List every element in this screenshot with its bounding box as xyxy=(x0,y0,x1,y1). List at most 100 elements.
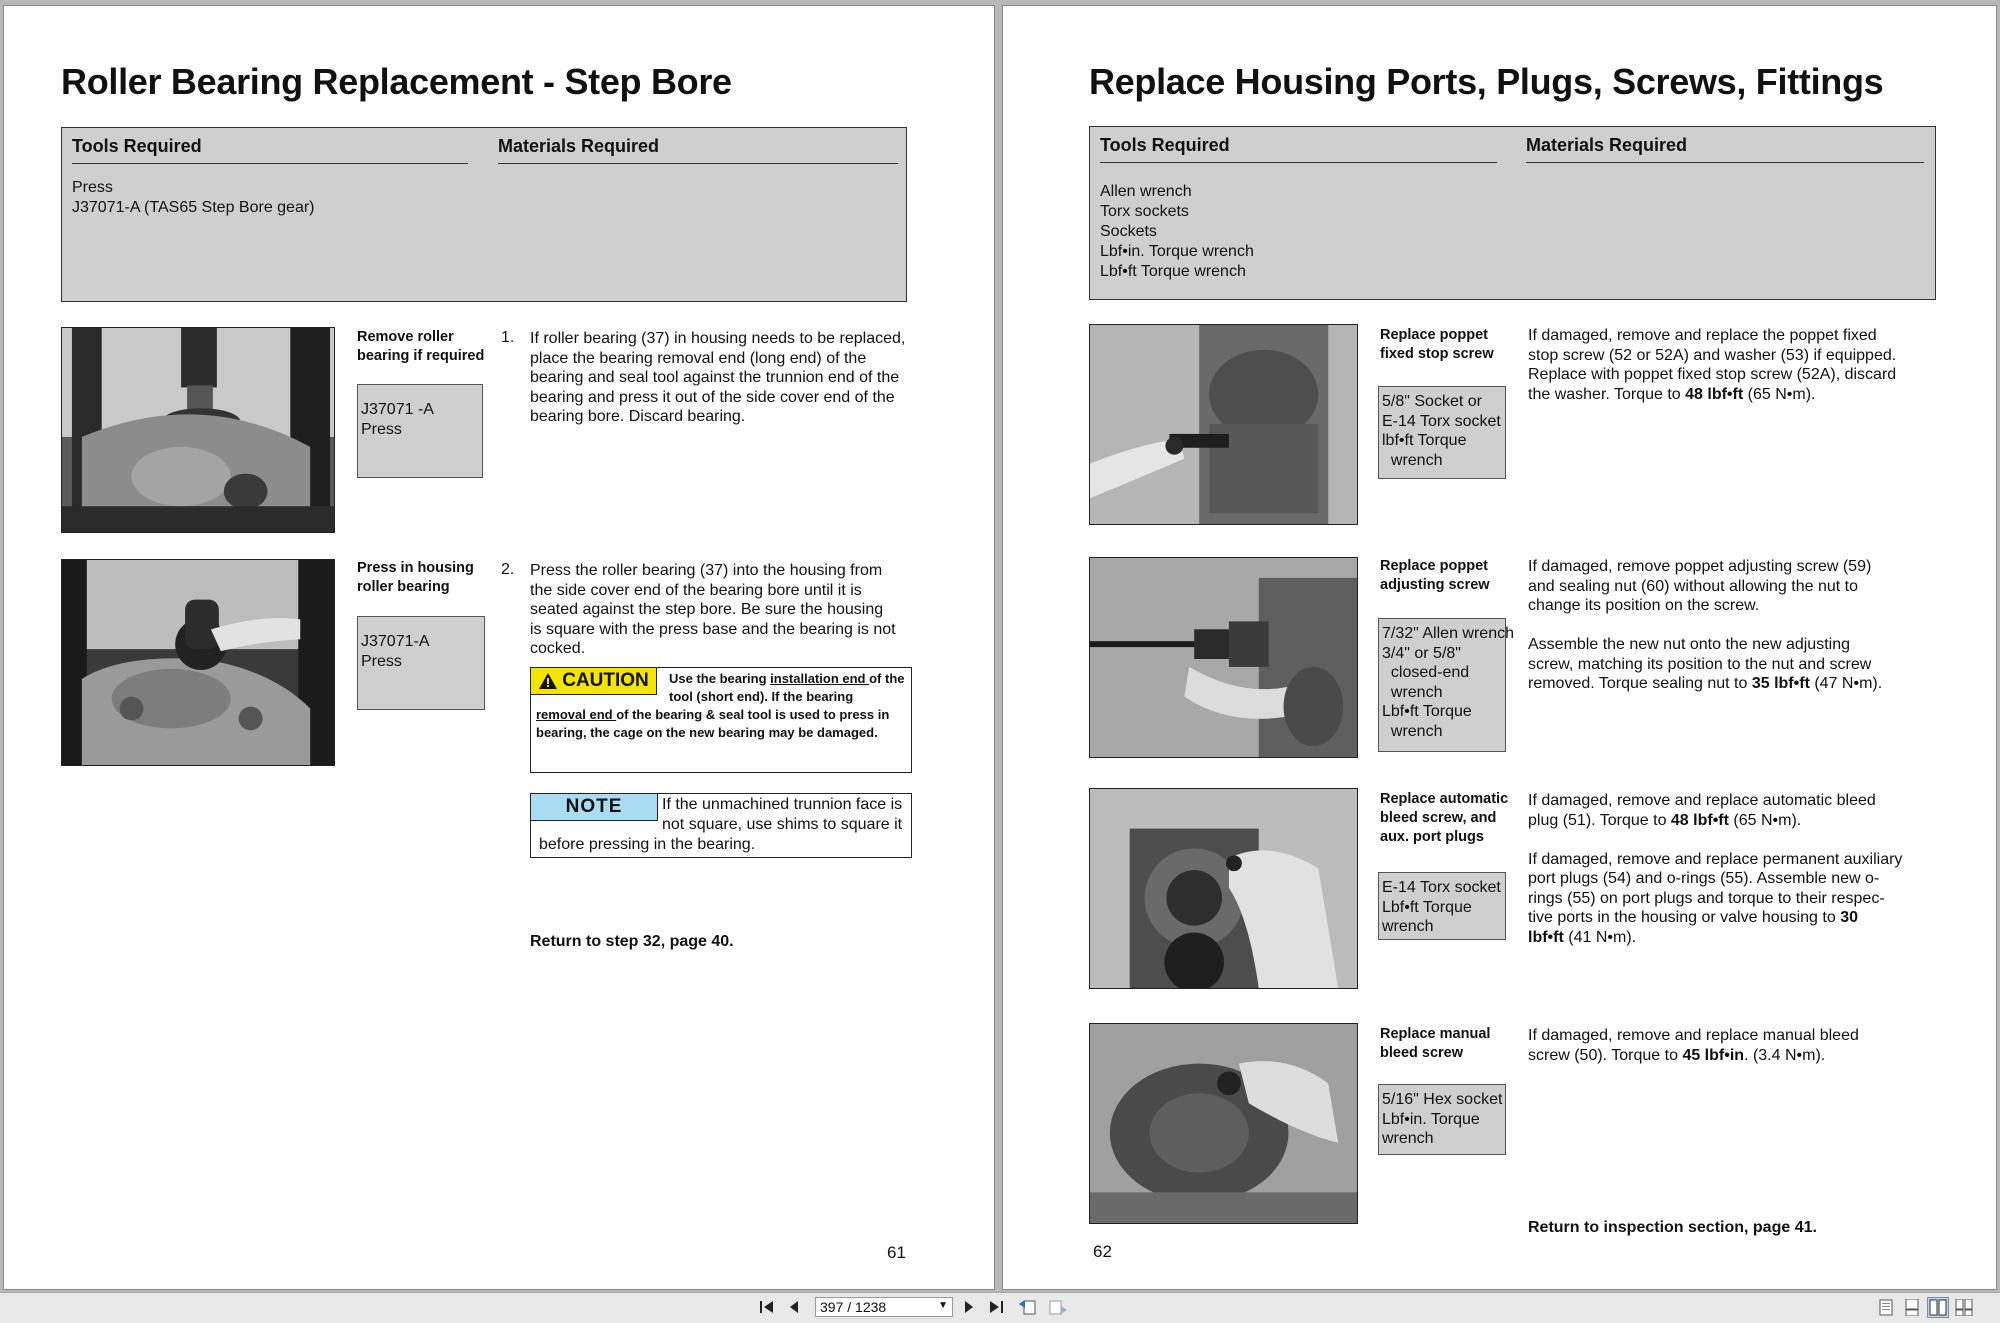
single-page-view-icon[interactable] xyxy=(1875,1297,1897,1318)
text-line: Press the roller bearing (37) into the h… xyxy=(530,562,883,579)
step-tools-list: E-14 Torx socket Lbf•ft Torque wrench xyxy=(1382,878,1502,937)
text-segment: screw, matching its position to the nut … xyxy=(1528,655,1872,673)
dropdown-arrow-icon[interactable]: ▼ xyxy=(938,1300,948,1311)
step-number: 2. xyxy=(501,561,515,578)
torque-value: 48 lbf•ft xyxy=(1685,385,1744,403)
step-number: 1. xyxy=(501,329,515,346)
step-tool: Lbf•ft Torque xyxy=(1382,898,1472,916)
caption-line: Replace automatic xyxy=(1380,791,1509,807)
text-line: the side cover end of the bearing bore u… xyxy=(530,581,862,599)
caption-line: Replace poppet xyxy=(1380,327,1488,343)
text-line: seated against the step bore. Be sure th… xyxy=(530,601,884,618)
text-line xyxy=(1528,616,1882,636)
text-segment: removed. Torque sealing nut to xyxy=(1528,675,1752,692)
text-segment: stop screw (52 or 52A) and washer (53) i… xyxy=(1528,346,1897,364)
step-text: If damaged, remove and replace automatic… xyxy=(1528,791,1902,947)
text-segment: If damaged, remove and replace manual bl… xyxy=(1528,1027,1859,1044)
page-number-input[interactable]: 397 / 1238 ▼ xyxy=(815,1297,953,1317)
text-segment xyxy=(1528,617,1532,634)
materials-header: Materials Required xyxy=(1526,135,1924,163)
previous-page-icon[interactable] xyxy=(785,1297,803,1317)
tool-item: Lbf•in. Torque wrench xyxy=(1100,243,1254,260)
tools-list: Allen wrench Torx sockets Sockets Lbf•in… xyxy=(1100,182,1254,282)
step-caption: Replace poppet fixed stop screw xyxy=(1380,326,1494,364)
text-segment: If damaged, remove and replace the poppe… xyxy=(1528,327,1877,344)
tools-materials-box: Tools Required Materials Required Press … xyxy=(61,127,907,302)
caution-underlined-text: removal end xyxy=(536,707,617,722)
text-segment: tive ports in the housing or valve housi… xyxy=(1528,909,1841,926)
text-segment: Assemble the new nut onto the new adjust… xyxy=(1528,636,1850,653)
right-page: Replace Housing Ports, Plugs, Screws, Fi… xyxy=(1002,5,1997,1290)
last-page-icon[interactable] xyxy=(987,1297,1005,1317)
text-line: plug (51). Torque to 48 lbf•ft (65 N•m). xyxy=(1528,811,1902,831)
step-tools-box: J37071 -A Press xyxy=(357,384,483,478)
warning-icon xyxy=(539,673,558,689)
torque-value: 30 xyxy=(1840,909,1858,926)
text-segment: . (3.4 N•m). xyxy=(1744,1046,1826,1064)
step-tool: E-14 Torx socket xyxy=(1382,879,1501,896)
page-title: Roller Bearing Replacement - Step Bore xyxy=(61,61,732,102)
caution-underlined-text: installation end xyxy=(770,671,870,686)
text-line: cocked. xyxy=(530,640,586,657)
tool-item: Torx sockets xyxy=(1100,203,1189,220)
bearing-removal-photo xyxy=(61,327,335,533)
text-segment: (65 N•m). xyxy=(1728,811,1802,829)
return-link: Return to step 32, page 40. xyxy=(530,933,734,950)
step-tool: J37071-A xyxy=(361,633,430,650)
continuous-view-icon[interactable] xyxy=(1901,1297,1923,1318)
text-line: If damaged, remove poppet adjusting scre… xyxy=(1528,557,1882,577)
page-number: 62 xyxy=(1093,1242,1112,1261)
tool-item: J37071-A (TAS65 Step Bore gear) xyxy=(72,199,315,216)
text-segment: port plugs (54) and o-rings (55). Assemb… xyxy=(1528,870,1880,887)
step-tool: Lbf•ft Torque xyxy=(1382,703,1472,720)
text-segment: If damaged, remove poppet adjusting scre… xyxy=(1528,558,1872,575)
caption-line: bleed screw xyxy=(1380,1045,1464,1061)
text-line: place the bearing removal end (long end)… xyxy=(530,349,867,367)
text-segment: plug (51). Torque to xyxy=(1528,811,1671,829)
page-number: 61 xyxy=(887,1243,906,1262)
bearing-press-photo xyxy=(61,559,335,766)
text-segment: the washer. Torque to xyxy=(1528,385,1686,403)
text-line: removed. Torque sealing nut to 35 lbf•ft… xyxy=(1528,674,1882,694)
first-page-icon[interactable] xyxy=(758,1297,776,1317)
caption-line: Remove roller xyxy=(357,329,454,345)
step-tool: 3/4" or 5/8" xyxy=(1382,644,1461,662)
facing-view-icon[interactable] xyxy=(1927,1297,1949,1318)
caution-box: CAUTION Use the bearing installation end… xyxy=(530,667,912,773)
step-caption: Remove roller bearing if required xyxy=(357,328,484,366)
fixed-stop-screw-photo xyxy=(1089,324,1358,525)
text-line: stop screw (52 or 52A) and washer (53) i… xyxy=(1528,346,1896,366)
step-tool: 7/32" Allen wrench xyxy=(1382,625,1514,642)
caption-line: Replace manual xyxy=(1380,1026,1491,1042)
text-segment: screw (50). Torque to xyxy=(1528,1046,1683,1064)
step-caption: Replace automatic bleed screw, and aux. … xyxy=(1380,790,1508,847)
text-line: If damaged, remove and replace the poppe… xyxy=(1528,326,1896,346)
viewer-toolbar: 397 / 1238 ▼ xyxy=(0,1292,2000,1323)
step-tool: wrench xyxy=(1382,918,1434,935)
step-tool: wrench xyxy=(1382,683,1443,701)
text-segment xyxy=(1528,831,1532,848)
caution-label: CAUTION xyxy=(562,670,649,691)
go-back-icon[interactable] xyxy=(1017,1297,1039,1317)
next-page-icon[interactable] xyxy=(960,1297,978,1317)
step-text: Press the roller bearing (37) into the h… xyxy=(530,561,896,659)
step-tools-box: 5/8" Socket or E-14 Torx socket lbf•ft Tor… xyxy=(1378,386,1506,479)
step-tools-list: 5/8" Socket or E-14 Torx socket lbf•ft Tor… xyxy=(1382,392,1502,470)
manual-bleed-screw-photo xyxy=(1089,1023,1358,1224)
text-line xyxy=(1528,830,1902,850)
text-segment: If damaged, remove and replace permanent… xyxy=(1528,850,1903,868)
go-forward-icon[interactable] xyxy=(1047,1297,1069,1317)
continuous-facing-view-icon[interactable] xyxy=(1953,1297,1975,1318)
step-text: If damaged, remove poppet adjusting scre… xyxy=(1528,557,1882,694)
step-tool: closed-end xyxy=(1382,664,1470,681)
text-segment: If damaged, remove and replace automatic… xyxy=(1528,792,1876,809)
step-tool: Lbf•in. Torque xyxy=(1382,1110,1480,1128)
page-title: Replace Housing Ports, Plugs, Screws, Fi… xyxy=(1089,61,1884,102)
caption-line: Replace poppet xyxy=(1380,558,1488,574)
step-tool: wrench xyxy=(1382,722,1443,740)
text-line: change its position on the screw. xyxy=(1528,596,1882,616)
caption-line: adjusting screw xyxy=(1380,577,1490,593)
materials-header: Materials Required xyxy=(498,136,898,164)
text-line: and sealing nut (60) without allowing th… xyxy=(1528,577,1882,597)
text-segment: change its position on the screw. xyxy=(1528,597,1760,614)
